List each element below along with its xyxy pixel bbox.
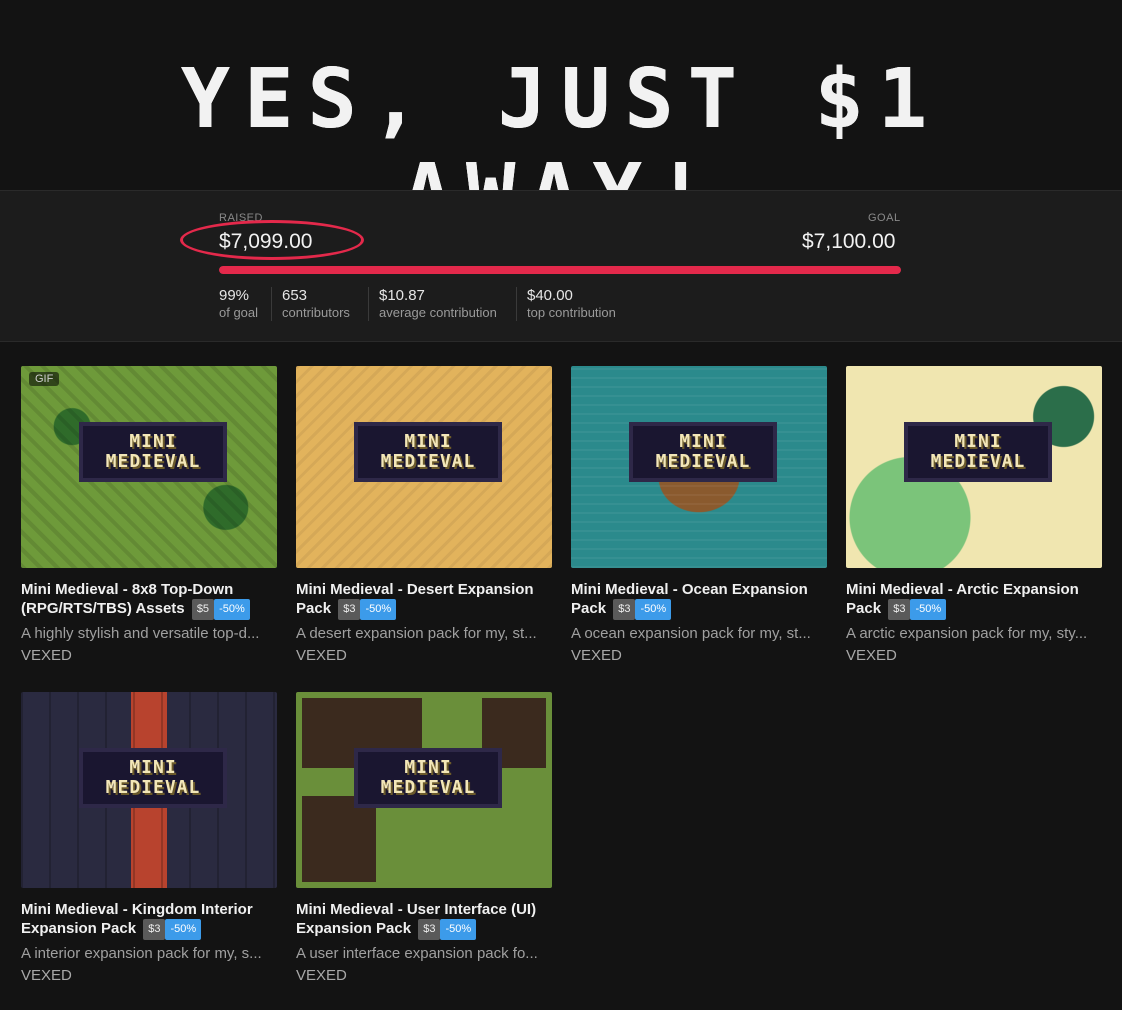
card-author[interactable]: VEXED xyxy=(846,647,1102,664)
metric-value: 99% xyxy=(219,287,250,304)
metric-value: $40.00 xyxy=(527,287,573,304)
progress-fill xyxy=(219,266,901,274)
game-card[interactable]: GIF MINI MEDIEVAL Mini Medieval - 8x8 Top… xyxy=(21,366,277,664)
gif-badge: GIF xyxy=(29,372,60,386)
thumbnail-logo: MINI MEDIEVAL xyxy=(354,422,502,482)
card-title-block[interactable]: Mini Medieval - Kingdom Interior Expansi… xyxy=(21,900,277,940)
card-description: A highly stylish and versatile top-d... xyxy=(21,625,260,642)
metric-top: $40.00 top contribution xyxy=(516,287,616,321)
game-card[interactable]: MINI MEDIEVAL Mini Medieval - Kingdom Int… xyxy=(21,692,277,984)
card-author[interactable]: VEXED xyxy=(296,967,552,984)
highlight-circle xyxy=(180,220,364,260)
thumbnail-logo: MINI MEDIEVAL xyxy=(354,748,502,808)
game-card[interactable]: MINI MEDIEVAL Mini Medieval - Ocean Expan… xyxy=(571,366,827,664)
card-title[interactable]: Mini Medieval - Desert Expansion Pack xyxy=(296,581,534,617)
price-badge: $3 xyxy=(418,919,441,940)
price-badge: $3 xyxy=(613,599,636,620)
card-author[interactable]: VEXED xyxy=(571,647,827,664)
metric-label: average contribution xyxy=(379,305,497,320)
thumbnail-logo: MINI MEDIEVAL xyxy=(79,748,227,808)
discount-badge: -50% xyxy=(635,599,672,620)
card-title-block[interactable]: Mini Medieval - Ocean Expansion Pack $3-… xyxy=(571,580,827,620)
game-card[interactable]: MINI MEDIEVAL Mini Medieval - Arctic Expa… xyxy=(846,366,1102,664)
card-description: A arctic expansion pack for my, sty... xyxy=(846,625,1088,642)
discount-badge: -50% xyxy=(440,919,477,940)
card-author[interactable]: VEXED xyxy=(21,647,277,664)
card-description: A desert expansion pack for my, st... xyxy=(296,625,537,642)
metric-value: 653 xyxy=(282,287,308,304)
card-author[interactable]: VEXED xyxy=(21,967,277,984)
thumbnail-logo: MINI MEDIEVAL xyxy=(629,422,777,482)
card-description: A ocean expansion pack for my, st... xyxy=(571,625,811,642)
card-thumbnail[interactable]: MINI MEDIEVAL xyxy=(571,366,827,568)
thumbnail-logo: MINI MEDIEVAL xyxy=(79,422,227,482)
discount-badge: -50% xyxy=(910,599,947,620)
metric-average: $10.87 average contribution xyxy=(368,287,497,321)
metric-percent: 99% of goal xyxy=(219,287,258,321)
card-title[interactable]: Mini Medieval - Ocean Expansion Pack xyxy=(571,581,808,617)
card-description: A interior expansion pack for my, s... xyxy=(21,945,262,962)
card-title[interactable]: Mini Medieval - User Interface (UI) Expa… xyxy=(296,901,536,937)
card-thumbnail[interactable]: MINI MEDIEVAL xyxy=(296,692,552,888)
goal-label: GOAL xyxy=(868,212,901,224)
card-title-block[interactable]: Mini Medieval - Arctic Expansion Pack $3… xyxy=(846,580,1102,620)
card-thumbnail[interactable]: MINI MEDIEVAL xyxy=(296,366,552,568)
game-card[interactable]: MINI MEDIEVAL Mini Medieval - User Interf… xyxy=(296,692,552,984)
price-badge: $3 xyxy=(888,599,911,620)
card-thumbnail[interactable]: MINI MEDIEVAL xyxy=(21,692,277,888)
card-title[interactable]: Mini Medieval - Arctic Expansion Pack xyxy=(846,581,1079,617)
banner: YES, JUST $1 AWAY! xyxy=(0,0,1122,242)
thumbnail-logo: MINI MEDIEVAL xyxy=(904,422,1052,482)
price-badge: $3 xyxy=(143,919,166,940)
card-title[interactable]: Mini Medieval - Kingdom Interior Expansi… xyxy=(21,901,253,937)
card-description: A user interface expansion pack fo... xyxy=(296,945,538,962)
card-title-block[interactable]: Mini Medieval - 8x8 Top-Down (RPG/RTS/TB… xyxy=(21,580,277,620)
price-badge: $5 xyxy=(191,599,215,620)
card-thumbnail[interactable]: GIF MINI MEDIEVAL xyxy=(21,366,277,568)
card-title-block[interactable]: Mini Medieval - Desert Expansion Pack $3… xyxy=(296,580,552,620)
metric-label: of goal xyxy=(219,305,259,320)
card-author[interactable]: VEXED xyxy=(296,647,552,664)
metric-value: $10.87 xyxy=(379,287,425,304)
discount-badge: -50% xyxy=(214,599,250,620)
card-thumbnail[interactable]: MINI MEDIEVAL xyxy=(846,366,1102,568)
card-title-block[interactable]: Mini Medieval - User Interface (UI) Expa… xyxy=(296,900,552,940)
discount-badge: -50% xyxy=(165,919,202,940)
game-card[interactable]: MINI MEDIEVAL Mini Medieval - Desert Expa… xyxy=(296,366,552,664)
price-badge: $3 xyxy=(338,599,361,620)
metric-label: contributors xyxy=(282,305,350,320)
metric-label: top contribution xyxy=(527,305,616,320)
progress-bar xyxy=(219,266,901,274)
goal-amount: $7,100.00 xyxy=(802,230,896,253)
metric-contributors: 653 contributors xyxy=(271,287,350,321)
discount-badge: -50% xyxy=(360,599,397,620)
